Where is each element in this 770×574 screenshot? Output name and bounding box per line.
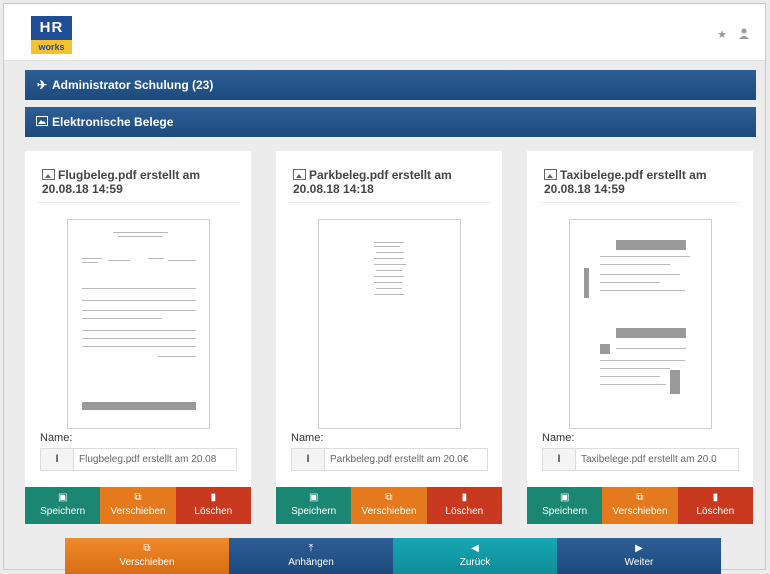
name-input[interactable] (330, 451, 482, 468)
text-icon: I (41, 449, 74, 470)
divider (37, 202, 239, 203)
top-bar: HR works ★ (4, 4, 765, 61)
app-window: HR works ★ ✈ Administrator Schulung (23) … (3, 3, 766, 574)
delete-button[interactable]: ▮ Löschen (426, 487, 502, 524)
card-actions: ▣ Speichern ⧉ Verschieben ▮ Löschen (527, 487, 753, 524)
save-button[interactable]: ▣ Speichern (25, 487, 101, 524)
text-icon: I (543, 449, 576, 470)
back-button[interactable]: ◀ Zurück (393, 538, 557, 574)
move-icon: ⧉ (134, 492, 142, 503)
receipts-title: Elektronische Belege (52, 115, 174, 129)
course-header-bar[interactable]: ✈ Administrator Schulung (23) (25, 70, 756, 100)
image-icon (35, 107, 49, 137)
upload-icon: ⤒ (308, 543, 314, 554)
card-title: Flugbeleg.pdf erstellt am 20.08.18 14:59 (42, 168, 201, 196)
move-button[interactable]: ⧉ Verschieben (100, 487, 176, 524)
receipt-card-flugbeleg: Flugbeleg.pdf erstellt am 20.08.18 14:59… (25, 151, 251, 524)
airplane-icon: ✈ (36, 78, 48, 92)
star-icon[interactable]: ★ (717, 28, 727, 42)
bottom-action-bar: ⧉ Verschieben ⤒ Anhängen ◀ Zurück ▶ Weiter (65, 538, 721, 574)
delete-button[interactable]: ▮ Löschen (677, 487, 753, 524)
floppy-icon: ▣ (559, 492, 570, 503)
course-title: Administrator Schulung (23) (52, 78, 214, 92)
name-field-wrapper: I (542, 448, 739, 471)
image-icon (544, 169, 557, 180)
floppy-icon: ▣ (308, 492, 319, 503)
attach-button[interactable]: ⤒ Anhängen (229, 538, 393, 574)
trash-icon: ▮ (461, 492, 468, 503)
save-button[interactable]: ▣ Speichern (527, 487, 603, 524)
name-input[interactable] (581, 451, 733, 468)
document-preview[interactable] (569, 219, 712, 429)
move-icon: ⧉ (636, 492, 644, 503)
card-actions: ▣ Speichern ⧉ Verschieben ▮ Löschen (25, 487, 251, 524)
next-button[interactable]: ▶ Weiter (557, 538, 721, 574)
card-actions: ▣ Speichern ⧉ Verschieben ▮ Löschen (276, 487, 502, 524)
image-icon (42, 169, 55, 180)
move-button[interactable]: ⧉ Verschieben (351, 487, 427, 524)
floppy-icon: ▣ (57, 492, 68, 503)
card-title: Parkbeleg.pdf erstellt am 20.08.18 14:18 (293, 168, 452, 196)
save-button[interactable]: ▣ Speichern (276, 487, 352, 524)
top-icons: ★ (717, 28, 749, 42)
move-icon: ⧉ (143, 543, 151, 554)
delete-button[interactable]: ▮ Löschen (175, 487, 251, 524)
divider (288, 202, 490, 203)
name-label: Name: (291, 432, 324, 444)
name-field-wrapper: I (291, 448, 488, 471)
arrow-right-icon: ▶ (635, 543, 643, 554)
receipt-card-taxibelege: Taxibelege.pdf erstellt am 20.08.18 14:5… (527, 151, 753, 524)
divider (539, 202, 741, 203)
image-icon (293, 169, 306, 180)
receipt-card-parkbeleg: Parkbeleg.pdf erstellt am 20.08.18 14:18… (276, 151, 502, 524)
card-title: Taxibelege.pdf erstellt am 20.08.18 14:5… (544, 168, 707, 196)
text-icon: I (292, 449, 325, 470)
move-button[interactable]: ⧉ Verschieben (602, 487, 678, 524)
name-label: Name: (542, 432, 575, 444)
name-label: Name: (40, 432, 73, 444)
trash-icon: ▮ (712, 492, 719, 503)
hrworks-logo[interactable]: HR works (31, 16, 72, 54)
name-field-wrapper: I (40, 448, 237, 471)
move-icon: ⧉ (385, 492, 393, 503)
arrow-left-icon: ◀ (471, 543, 479, 554)
logo-works-text: works (31, 40, 72, 54)
document-preview[interactable] (67, 219, 210, 429)
move-all-button[interactable]: ⧉ Verschieben (65, 538, 229, 574)
document-preview[interactable] (318, 219, 461, 429)
logo-hr-text: HR (31, 16, 72, 40)
receipts-header-bar[interactable]: Elektronische Belege (25, 107, 756, 137)
name-input[interactable] (79, 451, 231, 468)
trash-icon: ▮ (210, 492, 217, 503)
user-icon[interactable] (739, 28, 749, 42)
